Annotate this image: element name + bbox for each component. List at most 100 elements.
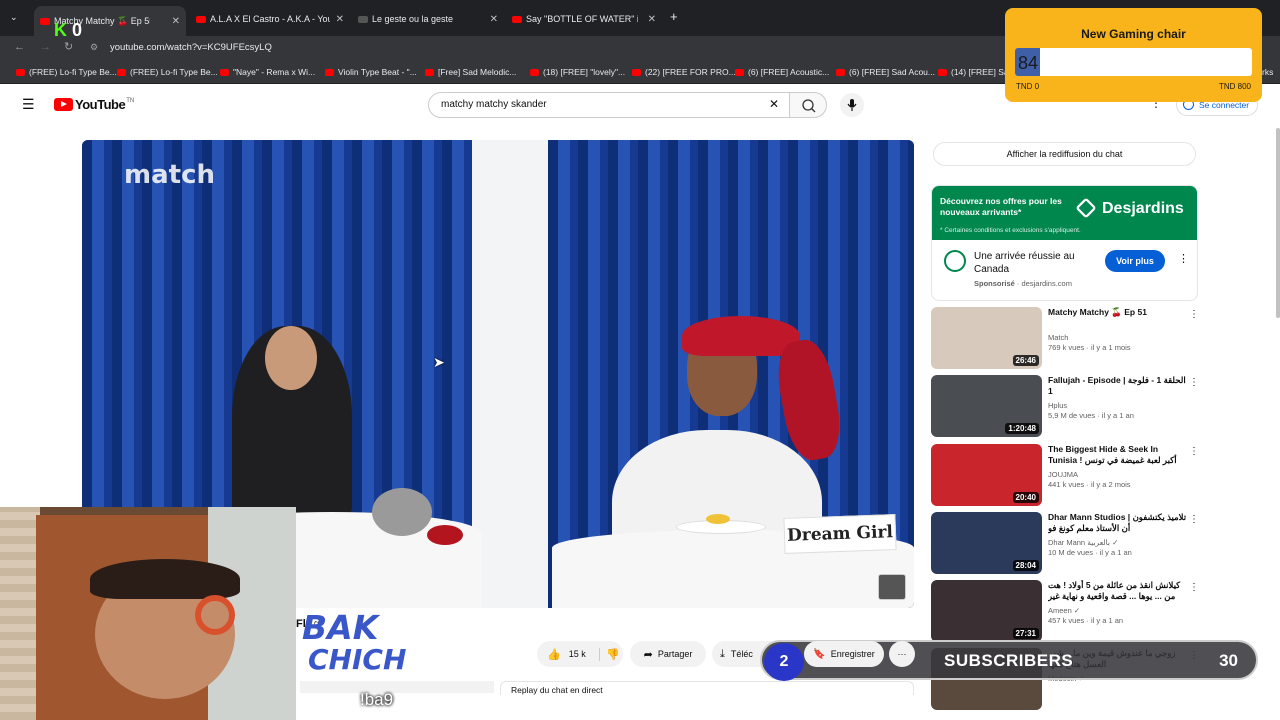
video-meta: 457 k vues · il y a 1 an [1048, 616, 1124, 625]
forward-icon[interactable]: → [40, 41, 51, 53]
ad-title[interactable]: Une arrivée réussie au Canada [974, 250, 1084, 276]
kebab-icon[interactable]: ⋮ [1189, 446, 1199, 457]
recommended-video[interactable]: 28:04 Dhar Mann Studios | تلاميذ يكتشفون … [931, 512, 1201, 574]
ad-banner[interactable]: Découvrez nos offres pour les nouveaux a… [932, 186, 1197, 240]
video-channel[interactable]: JOUJMA [1048, 470, 1078, 479]
kebab-icon[interactable]: ⋮ [1189, 582, 1199, 593]
browser-tab[interactable]: A.L.A X El Castro - A.K.A - YouT ✕ [190, 8, 350, 30]
video-duration: 20:40 [1012, 492, 1039, 503]
video-meta: 5,9 M de vues · il y a 1 an [1048, 411, 1134, 420]
all-bookmarks-label[interactable]: rks [1262, 67, 1273, 77]
bookmark-item[interactable]: (6) [FREE] Sad Acou... [836, 67, 935, 77]
recommended-video[interactable]: 20:40 The Biggest Hide & Seek In Tunisia … [931, 444, 1201, 506]
description-box[interactable] [300, 681, 494, 693]
recommended-video[interactable]: 26:46 Matchy Matchy 🍒 Ep 51 Match 769 k vue… [931, 307, 1201, 369]
share-button[interactable]: ➦ Partager [630, 641, 706, 667]
advertiser-icon [944, 250, 966, 272]
youtube-favicon-icon [196, 15, 206, 23]
goal-current-value: 84 [1018, 53, 1039, 73]
search-query: matchy matchy skander [441, 99, 547, 110]
page-favicon-icon [358, 15, 368, 23]
recommended-video[interactable]: 1:20:48 Fallujah - Episode | الحلقة 1 - ف… [931, 375, 1201, 437]
streamer-hair [90, 559, 240, 599]
donation-goal-widget: New Gaming chair 84 TND 0 TND 800 [1005, 8, 1262, 102]
video-thumbnail[interactable]: 20:40 [931, 444, 1042, 506]
video-thumbnail[interactable]: 26:46 [931, 307, 1042, 369]
bookmark-item[interactable]: Violin Type Beat - "... [325, 67, 417, 77]
save-button[interactable]: 🔖 Enregistrer [804, 641, 884, 667]
subscriber-goal: 30 [1219, 651, 1238, 670]
headset-icon [195, 595, 235, 635]
video-channel[interactable]: Hplus [1048, 401, 1067, 410]
sponsored-ad[interactable]: Découvrez nos offres pour les nouveaux a… [931, 185, 1198, 301]
new-tab-button[interactable]: + [670, 9, 678, 24]
match-brand-logo: match [124, 160, 215, 190]
studio-divider [472, 140, 548, 608]
video-title[interactable]: The Biggest Hide & Seek In Tunisia ! أكب… [1048, 444, 1188, 466]
video-meta: 10 M de vues · il y a 1 an [1048, 548, 1132, 557]
browser-tab[interactable]: Say "BOTTLE OF WATER" in a p ✕ [506, 8, 662, 30]
channel-watermark-icon[interactable] [878, 574, 906, 600]
video-title[interactable]: Matchy Matchy 🍒 Ep 51 [1048, 307, 1188, 318]
video-thumbnail[interactable]: 1:20:48 [931, 375, 1042, 437]
goal-progress-track: 84 [1015, 48, 1252, 76]
save-icon: 🔖 [813, 648, 826, 660]
bookmark-item[interactable]: [Free] Sad Melodic... [425, 67, 516, 77]
youtube-favicon-icon [512, 15, 522, 23]
back-icon[interactable]: ← [14, 41, 25, 53]
video-channel[interactable]: Ameen ✓ [1048, 606, 1080, 615]
like-count[interactable]: 15 k [569, 649, 586, 659]
ad-kebab-icon[interactable]: ⋮ [1178, 252, 1189, 265]
kebab-icon[interactable]: ⋮ [1189, 514, 1199, 525]
video-title[interactable]: Fallujah - Episode | الحلقة 1 - فلوجة 1 [1048, 375, 1188, 397]
voice-search-button[interactable] [840, 93, 864, 117]
like-icon[interactable]: 👍 [547, 648, 561, 661]
subscriber-count: 2 [764, 643, 804, 681]
menu-icon[interactable]: ☰ [22, 96, 35, 113]
kebab-icon[interactable]: ⋮ [1189, 309, 1199, 320]
tab-close-icon[interactable]: ✕ [490, 14, 498, 25]
reload-icon[interactable]: ↻ [64, 40, 73, 53]
bookmark-item[interactable]: "Naye" - Rema x Wi... [220, 67, 315, 77]
video-meta: 441 k vues · il y a 2 mois [1048, 480, 1131, 489]
video-thumbnail[interactable]: 28:04 [931, 512, 1042, 574]
more-actions-button[interactable]: ··· [889, 641, 915, 667]
tab-close-icon[interactable]: ✕ [336, 14, 344, 25]
search-button[interactable] [789, 92, 827, 118]
download-icon: ⤓ [720, 647, 725, 660]
bookmark-item[interactable]: (FREE) Lo-fi Type Be... [117, 67, 218, 77]
bookmark-item[interactable]: (FREE) Lo-fi Type Be... [16, 67, 117, 77]
tab-close-icon[interactable]: ✕ [648, 14, 656, 25]
stream-logo-line1: BAK [302, 608, 379, 647]
dislike-icon[interactable]: 👎 [599, 647, 620, 661]
search-input[interactable]: matchy matchy skander ✕ [428, 92, 790, 118]
video-channel[interactable]: Match [1048, 333, 1068, 342]
page-scrollbar[interactable] [1276, 128, 1280, 318]
ad-domain: desjardins.com [1021, 279, 1072, 288]
bookmark-item[interactable]: (22) [FREE FOR PRO... [632, 67, 736, 77]
video-thumbnail[interactable]: 27:31 [931, 580, 1042, 642]
browser-tab[interactable]: Le geste ou la geste ✕ [352, 8, 504, 30]
ad-banner-text: Découvrez nos offres pour les nouveaux a… [940, 196, 1062, 217]
bookmark-item[interactable]: (6) [FREE] Acoustic... [735, 67, 829, 77]
clear-icon[interactable]: ✕ [769, 97, 779, 111]
chat-replay-panel[interactable]: Replay du chat en direct [500, 681, 914, 695]
kebab-icon[interactable]: ⋮ [1189, 377, 1199, 388]
tab-close-icon[interactable]: ✕ [172, 16, 180, 27]
recommended-video[interactable]: 27:31 كيلانش انقذ من عائلة من 5 أولاد ! ه… [931, 580, 1201, 642]
video-channel[interactable]: Dhar Mann بالعربية ✓ [1048, 538, 1118, 547]
tab-list-button[interactable]: ⌄ [10, 12, 18, 23]
site-info-icon[interactable]: ⚙ [90, 42, 98, 53]
video-duration: 28:04 [1012, 560, 1039, 571]
video-title[interactable]: Dhar Mann Studios | تلاميذ يكتشفون أن ال… [1048, 512, 1188, 534]
bookmark-item[interactable]: (14) [FREE] Sa [938, 67, 1009, 77]
bookmark-item[interactable]: (18) [FREE] "lovely"... [530, 67, 625, 77]
youtube-logo[interactable]: YouTube TN [54, 97, 134, 112]
url-text[interactable]: youtube.com/watch?v=KC9UFEcsyLQ [110, 42, 272, 53]
show-chat-replay-button[interactable]: Afficher la rediffusion du chat [933, 142, 1196, 166]
video-title[interactable]: كيلانش انقذ من عائلة من 5 أولاد ! هت من … [1048, 580, 1188, 604]
chat-replay-label: Replay du chat en direct [511, 685, 603, 695]
ad-cta-button[interactable]: Voir plus [1105, 250, 1165, 272]
ad-sponsored-line: Sponsorisé · desjardins.com [974, 279, 1072, 288]
share-label: Partager [657, 649, 693, 659]
